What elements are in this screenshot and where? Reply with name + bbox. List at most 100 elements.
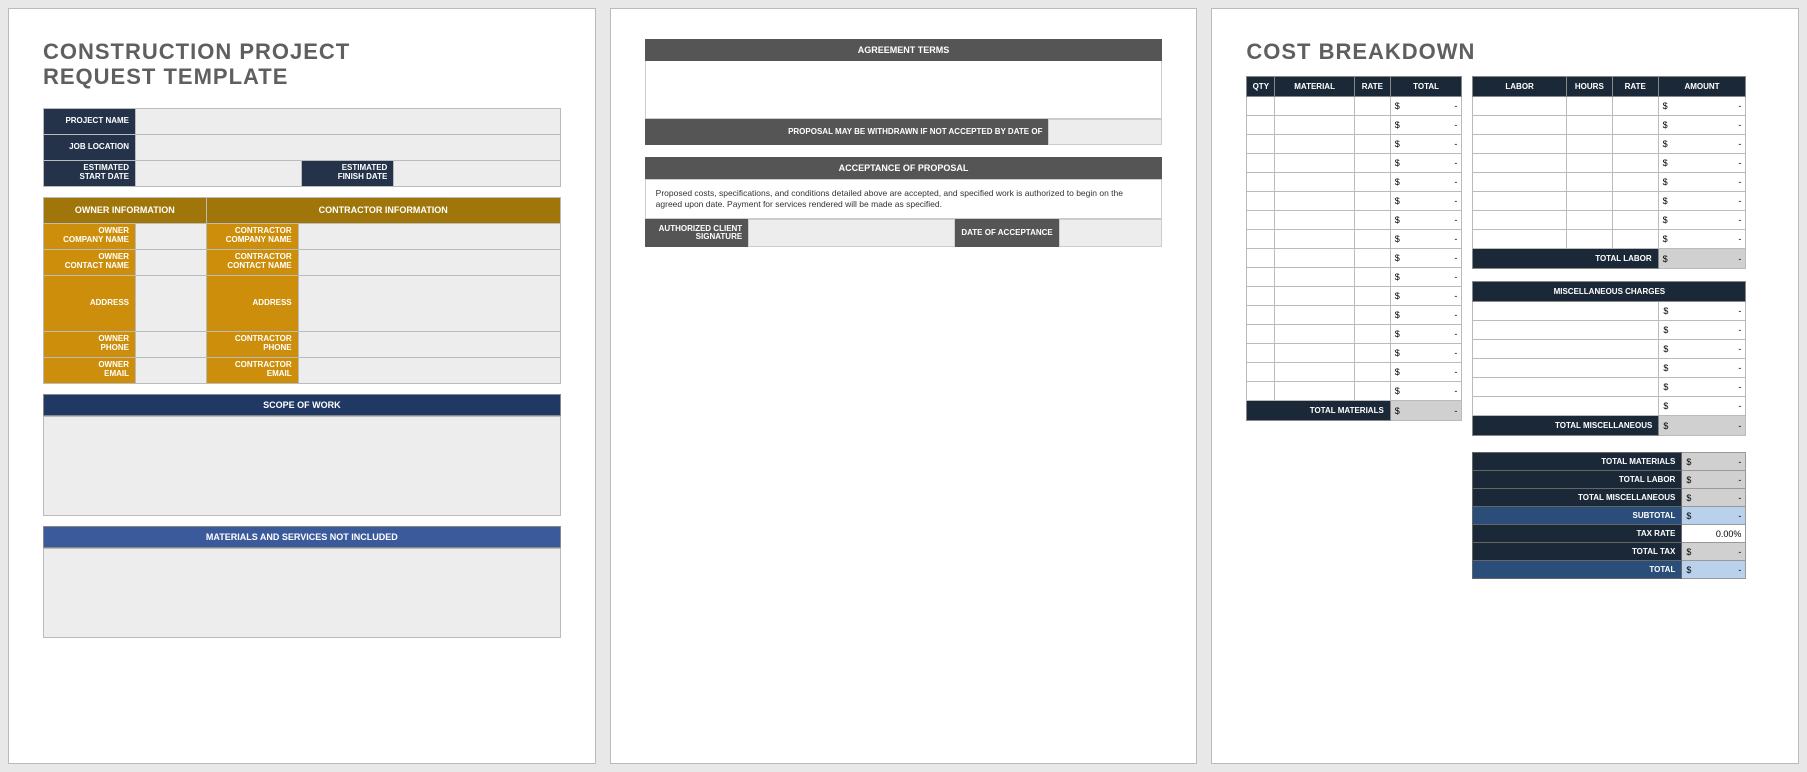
contractor-address-value[interactable] (298, 275, 560, 331)
table-row: $- (1473, 302, 1746, 321)
auth-signature-label: AUTHORIZED CLIENT SIGNATURE (645, 219, 749, 247)
contractor-address-label: ADDRESS (206, 275, 298, 331)
table-row: $- (1473, 340, 1746, 359)
project-name-label: PROJECT NAME (44, 108, 136, 134)
row-total: $- (1390, 325, 1462, 344)
row-amount: $- (1659, 340, 1746, 359)
materials-col-material: MATERIAL (1275, 77, 1355, 97)
contractor-info-header: CONTRACTOR INFORMATION (206, 197, 560, 223)
table-row: $- (1247, 306, 1462, 325)
table-row: $- (1247, 268, 1462, 287)
table-row: $- (1247, 325, 1462, 344)
total-labor-row: TOTAL LABOR $- (1473, 249, 1746, 269)
owner-contractor-table: OWNER INFORMATION CONTRACTOR INFORMATION… (43, 197, 561, 384)
row-total: $- (1390, 382, 1462, 401)
summary-tax-rate: TAX RATE0.00% (1473, 525, 1746, 543)
row-amount: $- (1659, 321, 1746, 340)
table-row: $- (1247, 135, 1462, 154)
total-materials-label: TOTAL MATERIALS (1247, 401, 1390, 421)
table-row: $- (1473, 154, 1746, 173)
contractor-email-value[interactable] (298, 357, 560, 383)
date-acceptance-label: DATE OF ACCEPTANCE (955, 219, 1059, 247)
owner-address-label: ADDRESS (44, 275, 136, 331)
summary-total-misc: TOTAL MISCELLANEOUS$- (1473, 489, 1746, 507)
table-row: $- (1473, 378, 1746, 397)
withdrawn-by-value[interactable] (1048, 119, 1162, 145)
owner-contact-label: OWNER CONTACT NAME (44, 249, 136, 275)
header-table: PROJECT NAME JOB LOCATION ESTIMATED STAR… (43, 108, 561, 187)
est-start-value[interactable] (136, 160, 302, 186)
table-row: $- (1473, 321, 1746, 340)
date-acceptance-value[interactable] (1059, 219, 1163, 247)
materials-excluded-textarea[interactable] (43, 548, 561, 638)
withdrawn-by-label: PROPOSAL MAY BE WITHDRAWN IF NOT ACCEPTE… (645, 119, 1049, 145)
scope-textarea[interactable] (43, 416, 561, 516)
project-name-value[interactable] (136, 108, 561, 134)
row-amount: $- (1659, 397, 1746, 416)
est-finish-label: ESTIMATED FINISH DATE (302, 160, 394, 186)
table-row: $- (1473, 135, 1746, 154)
table-row: $- (1247, 287, 1462, 306)
job-location-value[interactable] (136, 134, 561, 160)
table-row: $- (1247, 230, 1462, 249)
summary-total-labor: TOTAL LABOR$- (1473, 471, 1746, 489)
labor-misc-column: LABOR HOURS RATE AMOUNT $- $- $- $- $- $… (1472, 76, 1746, 579)
contractor-email-label: CONTRACTOR EMAIL (206, 357, 298, 383)
row-amount: $- (1659, 302, 1746, 321)
misc-header: MISCELLANEOUS CHARGES (1473, 282, 1746, 302)
page-3: COST BREAKDOWN QTY MATERIAL RATE TOTAL $… (1211, 8, 1799, 764)
total-materials-row: TOTAL MATERIALS $- (1247, 401, 1462, 421)
table-row: $- (1247, 154, 1462, 173)
scope-header: SCOPE OF WORK (43, 394, 561, 416)
summary-grand-total: TOTAL$- (1473, 561, 1746, 579)
table-row: $- (1247, 116, 1462, 135)
contractor-company-value[interactable] (298, 223, 560, 249)
row-total: $- (1390, 344, 1462, 363)
est-finish-value[interactable] (394, 160, 560, 186)
contractor-contact-value[interactable] (298, 249, 560, 275)
row-total: $- (1390, 287, 1462, 306)
summary-table: TOTAL MATERIALS$- TOTAL LABOR$- TOTAL MI… (1472, 452, 1746, 579)
acceptance-text: Proposed costs, specifications, and cond… (645, 179, 1163, 219)
est-start-label: ESTIMATED START DATE (44, 160, 136, 186)
agreement-terms-textarea[interactable] (645, 61, 1163, 119)
table-row: $- (1247, 344, 1462, 363)
table-row: $- (1247, 382, 1462, 401)
misc-table: MISCELLANEOUS CHARGES $- $- $- $- $- $- … (1472, 281, 1746, 436)
table-row: $- (1473, 359, 1746, 378)
owner-phone-value[interactable] (136, 331, 207, 357)
table-row: $- (1473, 230, 1746, 249)
table-row: $- (1473, 211, 1746, 230)
owner-email-value[interactable] (136, 357, 207, 383)
labor-col-hours: HOURS (1566, 77, 1612, 97)
labor-col-rate: RATE (1612, 77, 1658, 97)
table-row: $- (1473, 116, 1746, 135)
materials-col-total: TOTAL (1390, 77, 1462, 97)
row-total: $- (1390, 211, 1462, 230)
total-labor-label: TOTAL LABOR (1473, 249, 1658, 269)
row-total: $- (1390, 154, 1462, 173)
contractor-company-label: CONTRACTOR COMPANY NAME (206, 223, 298, 249)
total-misc-row: TOTAL MISCELLANEOUS $- (1473, 416, 1746, 436)
owner-contact-value[interactable] (136, 249, 207, 275)
owner-email-label: OWNER EMAIL (44, 357, 136, 383)
owner-address-value[interactable] (136, 275, 207, 331)
table-row: $- (1247, 97, 1462, 116)
row-total: $- (1390, 116, 1462, 135)
row-amount: $- (1658, 192, 1746, 211)
table-row: $- (1247, 249, 1462, 268)
table-row: $- (1473, 192, 1746, 211)
total-misc-value: $- (1659, 416, 1746, 436)
row-amount: $- (1658, 154, 1746, 173)
row-total: $- (1390, 306, 1462, 325)
agreement-terms-header: AGREEMENT TERMS (645, 39, 1163, 61)
tax-rate-value[interactable]: 0.00% (1682, 525, 1746, 543)
owner-info-header: OWNER INFORMATION (44, 197, 207, 223)
row-amount: $- (1658, 135, 1746, 154)
owner-company-value[interactable] (136, 223, 207, 249)
row-total: $- (1390, 230, 1462, 249)
contractor-phone-value[interactable] (298, 331, 560, 357)
materials-col-rate: RATE (1354, 77, 1390, 97)
doc-title: CONSTRUCTION PROJECT REQUEST TEMPLATE (43, 39, 561, 90)
auth-signature-value[interactable] (748, 219, 955, 247)
